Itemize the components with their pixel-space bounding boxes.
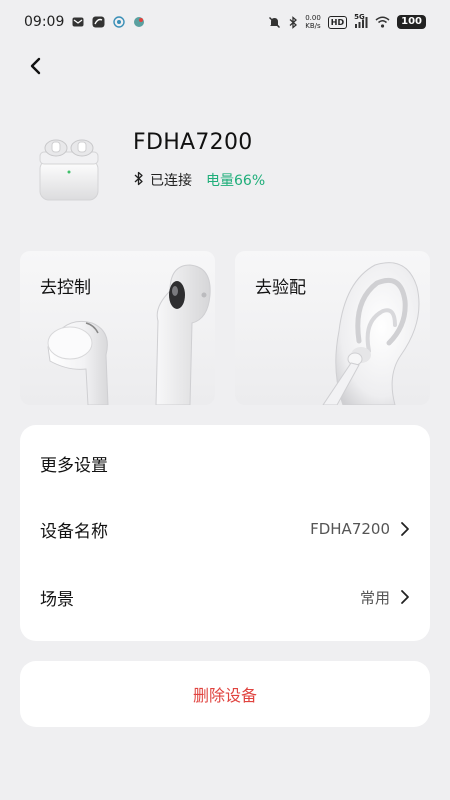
chevron-left-icon [30, 57, 41, 75]
scene-label: 场景 [40, 589, 74, 610]
scene-row[interactable]: 场景 常用 [20, 569, 430, 625]
network-speed-unit: KB/s [305, 22, 321, 30]
fit-card[interactable]: 去验配 [235, 251, 430, 405]
scene-value: 常用 [359, 588, 390, 607]
app-notification-icon-2 [133, 16, 145, 28]
control-card[interactable]: 去控制 [20, 251, 215, 405]
battery-indicator: 100 [397, 15, 426, 29]
device-status: 已连接 电量66% [133, 170, 265, 190]
chevron-right-icon [401, 522, 409, 536]
device-name-row[interactable]: 设备名称 FDHA7200 [20, 501, 430, 557]
device-name-label: 设备名称 [40, 521, 108, 542]
wifi-icon [375, 16, 390, 28]
device-name: FDHA7200 [133, 130, 253, 155]
back-button[interactable] [22, 52, 50, 80]
app-notification-icon [113, 16, 126, 28]
delete-device-button[interactable]: 删除设备 [20, 661, 430, 727]
earbuds-case-image [34, 132, 104, 204]
bluetooth-status-icon [288, 15, 298, 29]
status-bar-left: 09:09 [24, 14, 145, 30]
status-time: 09:09 [24, 14, 65, 30]
bluetooth-icon [133, 171, 144, 190]
control-card-label: 去控制 [40, 278, 91, 298]
status-bar: 09:09 0.00 KB/s HD 5G 100 [0, 0, 450, 44]
network-speed: 0.00 KB/s [305, 14, 321, 30]
signal-label: 5G [354, 13, 365, 21]
scene-right: 常用 [360, 587, 410, 608]
fit-card-label: 去验配 [255, 278, 306, 298]
hd-badge: HD [327, 15, 348, 29]
sync-notification-icon [92, 16, 105, 28]
mail-notification-icon [72, 16, 84, 28]
device-name-value: FDHA7200 [310, 520, 390, 538]
status-bar-right: 0.00 KB/s HD 5G 100 [268, 13, 426, 30]
settings-panel: 更多设置 设备名称 FDHA7200 场景 常用 [20, 425, 430, 641]
chevron-right-icon [401, 590, 409, 604]
mute-icon [268, 16, 281, 29]
cellular-signal-icon: 5G [354, 13, 368, 28]
settings-title: 更多设置 [40, 456, 108, 476]
battery-level: 电量66% [206, 173, 266, 189]
network-speed-value: 0.00 [305, 14, 321, 22]
connection-status: 已连接 [150, 173, 192, 189]
device-name-right: FDHA7200 [310, 520, 410, 538]
